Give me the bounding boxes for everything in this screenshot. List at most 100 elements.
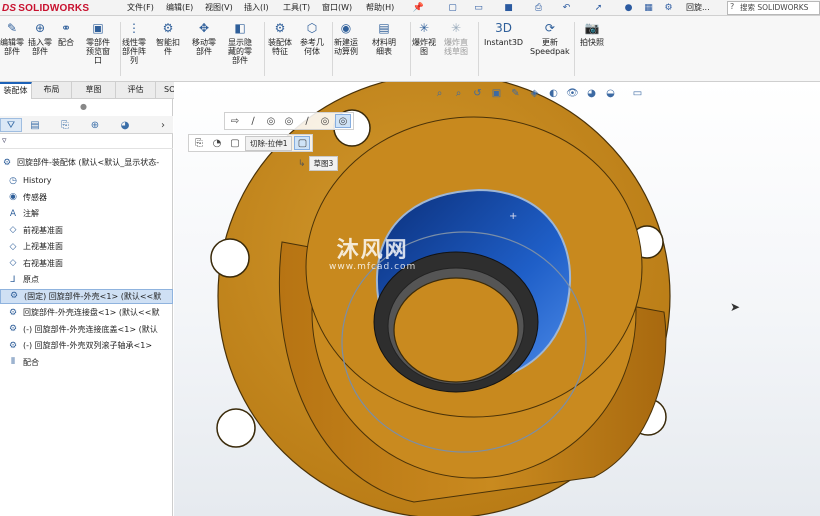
- ribbon-button-label: 新建运 动算例: [334, 38, 358, 56]
- solidworks-logo[interactable]: DS SOLIDWORKS: [2, 1, 89, 15]
- part-icon[interactable]: ◔: [209, 136, 225, 150]
- watermark: 沐风网 www.mfcad.com: [329, 232, 416, 272]
- tree-item-label: 原点: [23, 275, 39, 284]
- ribbon-button-8[interactable]: ⚙ 装配体 特征: [268, 20, 292, 57]
- zoom-to-fit-icon[interactable]: ⌕: [432, 86, 447, 100]
- dynamic-annotation-icon[interactable]: ✎: [508, 86, 523, 100]
- tree-item[interactable]: ◇ 前视基准面: [0, 223, 173, 238]
- ribbon-separator: [478, 22, 479, 76]
- open-icon[interactable]: ▭: [472, 1, 485, 14]
- menu-window[interactable]: 窗口(W): [322, 2, 352, 13]
- hide-show-items-icon[interactable]: 👁: [565, 86, 580, 100]
- line-icon[interactable]: ∕: [299, 114, 315, 128]
- ribbon-button-12[interactable]: ✳ 爆炸视 图: [412, 20, 436, 57]
- view-settings-icon[interactable]: ▭: [630, 86, 645, 100]
- graphics-viewport[interactable]: + ⌕ ⌕ ↺ ▣ ✎ ◈ ◐ 👁 ◕ ◒ ▭ ⇨ ∕ ◎ ◎ ∕ ◎ ◎ ⎘ …: [174, 82, 820, 516]
- ribbon-button-5[interactable]: ⚙ 智能扣 件: [156, 20, 180, 57]
- undo-icon[interactable]: ↶: [560, 1, 573, 14]
- tree-item[interactable]: ◇ 上视基准面: [0, 239, 173, 254]
- tree-root-label: 回旋部件-装配体 (默认<默认_显示状态-: [17, 158, 160, 167]
- tree-item[interactable]: ⚙ (-) 回旋部件-外壳双列滚子轴承<1>: [0, 338, 173, 353]
- edit-feature-icon[interactable]: ∕: [245, 114, 261, 128]
- sketch-label[interactable]: 草图3: [308, 156, 339, 171]
- cube-icon[interactable]: ▢: [227, 136, 243, 150]
- save-icon[interactable]: ■: [502, 1, 515, 14]
- feature-label[interactable]: 切除-拉伸1: [245, 135, 293, 151]
- previous-view-icon[interactable]: ↺: [470, 86, 485, 100]
- dimxpert-tab-icon[interactable]: ⊕: [84, 118, 106, 132]
- property-manager-tab-icon[interactable]: ▤: [24, 118, 46, 132]
- tab-3[interactable]: 评估: [116, 82, 156, 99]
- ribbon-button-13[interactable]: ✳ 爆炸直 线草图: [444, 20, 468, 57]
- menu-insert[interactable]: 插入(I): [244, 2, 269, 13]
- history-icon: ◷: [9, 175, 17, 186]
- tree-item[interactable]: ⅃ 原点: [0, 272, 173, 287]
- ribbon-button-11[interactable]: ▤ 材料明 细表: [372, 20, 396, 57]
- menu-view[interactable]: 视图(V): [205, 2, 233, 13]
- ribbon-button-15[interactable]: ⟳ 更新 Speedpak: [530, 20, 570, 57]
- display-style-icon[interactable]: ◐: [546, 86, 561, 100]
- tree-item[interactable]: ◉ 传感器: [0, 190, 173, 205]
- ribbon-button-14[interactable]: 3D Instant3D: [484, 20, 523, 48]
- configuration-manager-tab-icon[interactable]: ⎘: [54, 118, 76, 132]
- zoom-area-icon[interactable]: ⌕: [451, 86, 466, 100]
- document-title: 回旋...: [686, 3, 710, 12]
- component-icon[interactable]: ⎘: [191, 136, 207, 150]
- menu-tools[interactable]: 工具(T): [283, 2, 310, 13]
- display-manager-tab-icon[interactable]: ◕: [114, 118, 136, 132]
- ribbon-button-10[interactable]: ◉ 新建运 动算例: [334, 20, 358, 57]
- ribbon-button-9[interactable]: ⬡ 参考几 何体: [300, 20, 324, 57]
- annotation-icon: A: [9, 208, 17, 219]
- panel-drag-dot[interactable]: ●: [80, 102, 87, 111]
- select-circle-icon[interactable]: ◎: [335, 114, 351, 128]
- ribbon-button-2[interactable]: ⚭ 配合: [58, 20, 74, 48]
- plane-icon: ◇: [9, 258, 17, 268]
- edit-sketch-icon[interactable]: ◎: [263, 114, 279, 128]
- new-motion-study-icon: ◉: [340, 20, 352, 35]
- ribbon-button-7[interactable]: ◧ 显示隐 藏的零 部件: [228, 20, 252, 66]
- menu-help[interactable]: 帮助(H): [366, 2, 394, 13]
- tab-2[interactable]: 草图: [72, 82, 116, 99]
- ribbon-button-label: 爆炸视 图: [412, 38, 436, 56]
- tree-item[interactable]: ⚙ 回旋部件-外壳连接盘<1> (默认<<默: [0, 305, 173, 320]
- ribbon-button-16[interactable]: 📷 拍快照: [580, 20, 604, 48]
- section-view-icon[interactable]: ▣: [489, 86, 504, 100]
- traffic-light-icon[interactable]: ●: [622, 1, 635, 14]
- apply-scene-icon[interactable]: ◒: [603, 86, 618, 100]
- filter-icon[interactable]: ▿: [2, 136, 7, 146]
- menu-file[interactable]: 文件(F): [127, 2, 154, 13]
- arrow-icon[interactable]: ⇨: [227, 114, 243, 128]
- print-icon[interactable]: ⎙: [532, 1, 545, 14]
- tree-item[interactable]: ⚙ (固定) 回旋部件-外壳<1> (默认<<默: [0, 288, 173, 304]
- tab-0[interactable]: 装配体: [0, 82, 32, 99]
- feature-manager-tab-icon[interactable]: ⛛: [0, 118, 22, 132]
- ribbon-button-3[interactable]: ▣ 零部件 预览窗 口: [86, 20, 110, 66]
- tree-item[interactable]: A 注解: [0, 206, 173, 221]
- tab-1[interactable]: 布局: [32, 82, 72, 99]
- circle-icon[interactable]: ◎: [281, 114, 297, 128]
- ribbon-button-1[interactable]: ⊕ 插入零 部件: [28, 20, 52, 57]
- part-icon: ⚙: [8, 307, 18, 318]
- tree-item[interactable]: ⚙ (-) 回旋部件-外壳连接底盖<1> (默认: [0, 322, 173, 337]
- tree-filter-row[interactable]: ▿: [0, 135, 173, 149]
- tree-item[interactable]: ◇ 右视基准面: [0, 256, 173, 271]
- search-input[interactable]: 搜索 SOLIDWORKS: [727, 1, 820, 15]
- chevron-right-icon[interactable]: ›: [152, 118, 174, 132]
- tree-item[interactable]: ◷ History: [0, 173, 173, 188]
- new-document-icon[interactable]: ▢: [446, 1, 459, 14]
- menu-edit[interactable]: 编辑(E): [166, 2, 193, 13]
- tree-item[interactable]: ⫴ 配合: [0, 355, 173, 370]
- exploded-view-icon: ✳: [418, 20, 430, 35]
- ribbon-button-4[interactable]: ⋮ 线性零 部件阵 列: [122, 20, 146, 66]
- select-icon[interactable]: ➚: [592, 1, 605, 14]
- ribbon-button-6[interactable]: ✥ 移动零 部件: [192, 20, 216, 57]
- concentric-icon[interactable]: ◎: [317, 114, 333, 128]
- tree-root-assembly[interactable]: ⚙ 回旋部件-装配体 (默认<默认_显示状态-: [0, 155, 173, 170]
- pin-icon[interactable]: 📌: [412, 1, 425, 14]
- options-gear-icon[interactable]: ⚙: [662, 1, 675, 14]
- edit-appearance-icon[interactable]: ◕: [584, 86, 599, 100]
- rebuild-icon[interactable]: ▦: [642, 1, 655, 14]
- ribbon-button-0[interactable]: ✎ 编辑零 部件: [0, 20, 24, 57]
- view-orientation-icon[interactable]: ◈: [527, 86, 542, 100]
- face-icon[interactable]: ▢: [294, 136, 311, 150]
